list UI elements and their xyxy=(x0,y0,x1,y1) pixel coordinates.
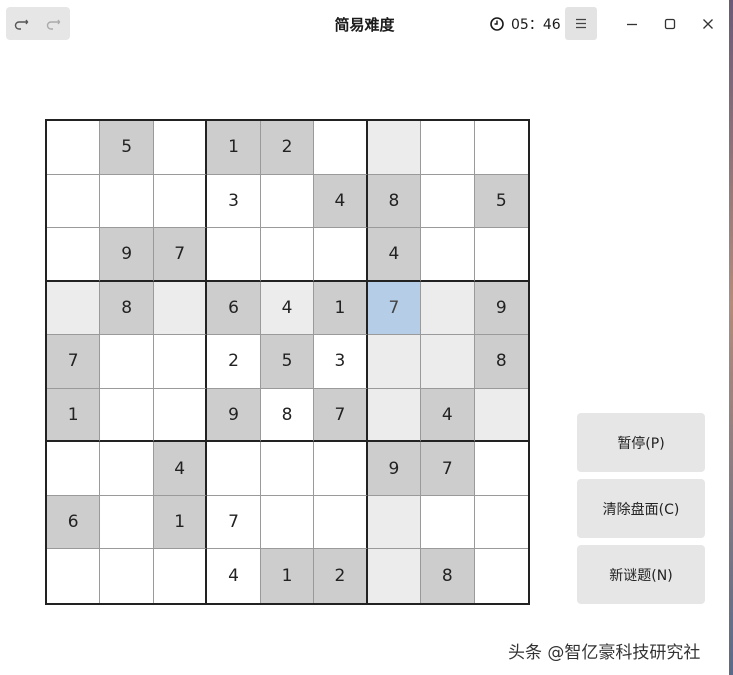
sudoku-cell-r7-c2[interactable] xyxy=(100,442,154,496)
sudoku-cell-r5-c3[interactable] xyxy=(153,335,208,389)
sudoku-cell-r1-c4[interactable]: 1 xyxy=(207,121,261,175)
sudoku-board: 512348597486417972538198744976174128 xyxy=(45,119,530,605)
sudoku-cell-r6-c8[interactable]: 4 xyxy=(421,388,475,443)
sudoku-cell-r5-c4[interactable]: 2 xyxy=(207,335,261,389)
sudoku-cell-r5-c7[interactable] xyxy=(367,335,422,389)
sudoku-cell-r3-c2[interactable]: 9 xyxy=(100,228,154,282)
sudoku-cell-r5-c5[interactable]: 5 xyxy=(260,335,315,389)
clear-board-button[interactable]: 清除盘面(C) xyxy=(577,479,705,538)
sudoku-cell-r4-c4[interactable]: 6 xyxy=(207,281,261,336)
watermark-text: 头条 @智亿豪科技研究社 xyxy=(508,643,701,663)
maximize-button[interactable] xyxy=(658,12,682,36)
sudoku-cell-r9-c4[interactable]: 4 xyxy=(207,549,261,603)
sudoku-cell-r9-c2[interactable] xyxy=(100,549,154,603)
sudoku-cell-r6-c3[interactable] xyxy=(153,388,208,443)
sudoku-cell-r8-c5[interactable] xyxy=(260,495,315,550)
sudoku-cell-r8-c1[interactable]: 6 xyxy=(47,495,101,550)
menu-button[interactable] xyxy=(565,7,597,40)
game-timer: 05：46 xyxy=(489,14,561,34)
sudoku-cell-r9-c1[interactable] xyxy=(47,549,101,603)
sudoku-cell-r5-c9[interactable]: 8 xyxy=(474,335,528,389)
sudoku-cell-r6-c6[interactable]: 7 xyxy=(314,388,368,443)
sudoku-cell-r1-c8[interactable] xyxy=(421,121,475,175)
sudoku-cell-r8-c6[interactable] xyxy=(314,495,368,550)
sudoku-cell-r7-c4[interactable] xyxy=(207,442,261,496)
maximize-icon xyxy=(664,18,676,30)
sudoku-cell-r1-c5[interactable]: 2 xyxy=(260,121,315,175)
sudoku-cell-r9-c5[interactable]: 1 xyxy=(260,549,315,603)
sudoku-cell-r5-c2[interactable] xyxy=(100,335,154,389)
sudoku-cell-r2-c6[interactable]: 4 xyxy=(314,174,368,229)
sudoku-cell-r2-c1[interactable] xyxy=(47,174,101,229)
new-puzzle-button[interactable]: 新谜题(N) xyxy=(577,545,705,604)
sudoku-cell-r2-c5[interactable] xyxy=(260,174,315,229)
sudoku-cell-r3-c1[interactable] xyxy=(47,228,101,282)
minimize-button[interactable] xyxy=(620,12,644,36)
sudoku-cell-r7-c1[interactable] xyxy=(47,442,101,496)
sudoku-cell-r9-c9[interactable] xyxy=(474,549,528,603)
sudoku-cell-r6-c5[interactable]: 8 xyxy=(260,388,315,443)
sudoku-cell-r7-c9[interactable] xyxy=(474,442,528,496)
sudoku-cell-r4-c2[interactable]: 8 xyxy=(100,281,154,336)
sudoku-cell-r4-c5[interactable]: 4 xyxy=(260,281,315,336)
sudoku-cell-r6-c1[interactable]: 1 xyxy=(47,388,101,443)
sudoku-cell-r3-c7[interactable]: 4 xyxy=(367,228,422,282)
sudoku-cell-r4-c9[interactable]: 9 xyxy=(474,281,528,336)
sudoku-cell-r9-c3[interactable] xyxy=(153,549,208,603)
sudoku-cell-r2-c4[interactable]: 3 xyxy=(207,174,261,229)
sudoku-cell-r1-c2[interactable]: 5 xyxy=(100,121,154,175)
sudoku-cell-r9-c6[interactable]: 2 xyxy=(314,549,368,603)
desktop-background-edge xyxy=(729,0,733,675)
sudoku-cell-r8-c7[interactable] xyxy=(367,495,422,550)
sudoku-cell-r2-c3[interactable] xyxy=(153,174,208,229)
sudoku-cell-r1-c6[interactable] xyxy=(314,121,368,175)
sudoku-cell-r9-c7[interactable] xyxy=(367,549,422,603)
sudoku-cell-r4-c8[interactable] xyxy=(421,281,475,336)
sudoku-cell-r3-c5[interactable] xyxy=(260,228,315,282)
sudoku-cell-r7-c5[interactable] xyxy=(260,442,315,496)
sudoku-cell-r2-c9[interactable]: 5 xyxy=(474,174,528,229)
pause-button[interactable]: 暂停(P) xyxy=(577,413,705,472)
minimize-icon xyxy=(627,23,637,26)
sudoku-cell-r8-c2[interactable] xyxy=(100,495,154,550)
sudoku-cell-r7-c3[interactable]: 4 xyxy=(153,442,208,496)
sudoku-cell-r8-c8[interactable] xyxy=(421,495,475,550)
sudoku-cell-r6-c4[interactable]: 9 xyxy=(207,388,261,443)
clock-icon xyxy=(490,17,504,31)
sudoku-cell-r4-c3[interactable] xyxy=(153,281,208,336)
sudoku-cell-r2-c7[interactable]: 8 xyxy=(367,174,422,229)
sudoku-cell-r8-c4[interactable]: 7 xyxy=(207,495,261,550)
sudoku-cell-r9-c8[interactable]: 8 xyxy=(421,549,475,603)
sudoku-cell-r1-c3[interactable] xyxy=(153,121,208,175)
sudoku-cell-r7-c7[interactable]: 9 xyxy=(367,442,422,496)
sudoku-cell-r1-c7[interactable] xyxy=(367,121,422,175)
sudoku-cell-r3-c6[interactable] xyxy=(314,228,368,282)
sudoku-cell-r6-c7[interactable] xyxy=(367,388,422,443)
title-bar: 简易难度 05：46 xyxy=(0,0,729,48)
sudoku-cell-r6-c2[interactable] xyxy=(100,388,154,443)
close-icon xyxy=(703,19,713,29)
sudoku-cell-r4-c1[interactable] xyxy=(47,281,101,336)
sudoku-cell-r4-c7[interactable]: 7 xyxy=(367,281,422,336)
sudoku-cell-r8-c3[interactable]: 1 xyxy=(153,495,208,550)
sudoku-cell-r1-c9[interactable] xyxy=(474,121,528,175)
sudoku-cell-r7-c8[interactable]: 7 xyxy=(421,442,475,496)
sudoku-cell-r8-c9[interactable] xyxy=(474,495,528,550)
hamburger-menu-icon xyxy=(576,18,586,29)
sudoku-cell-r7-c6[interactable] xyxy=(314,442,368,496)
sudoku-cell-r3-c3[interactable]: 7 xyxy=(153,228,208,282)
sudoku-cell-r2-c2[interactable] xyxy=(100,174,154,229)
sudoku-cell-r3-c9[interactable] xyxy=(474,228,528,282)
sudoku-cell-r1-c1[interactable] xyxy=(47,121,101,175)
sudoku-cell-r5-c1[interactable]: 7 xyxy=(47,335,101,389)
sudoku-cell-r5-c6[interactable]: 3 xyxy=(314,335,368,389)
sudoku-cell-r4-c6[interactable]: 1 xyxy=(314,281,368,336)
timer-value: 05：46 xyxy=(511,17,561,33)
sudoku-cell-r3-c4[interactable] xyxy=(207,228,261,282)
sudoku-cell-r5-c8[interactable] xyxy=(421,335,475,389)
sudoku-cell-r3-c8[interactable] xyxy=(421,228,475,282)
close-button[interactable] xyxy=(696,12,720,36)
sudoku-cell-r2-c8[interactable] xyxy=(421,174,475,229)
sudoku-cell-r6-c9[interactable] xyxy=(474,388,528,443)
